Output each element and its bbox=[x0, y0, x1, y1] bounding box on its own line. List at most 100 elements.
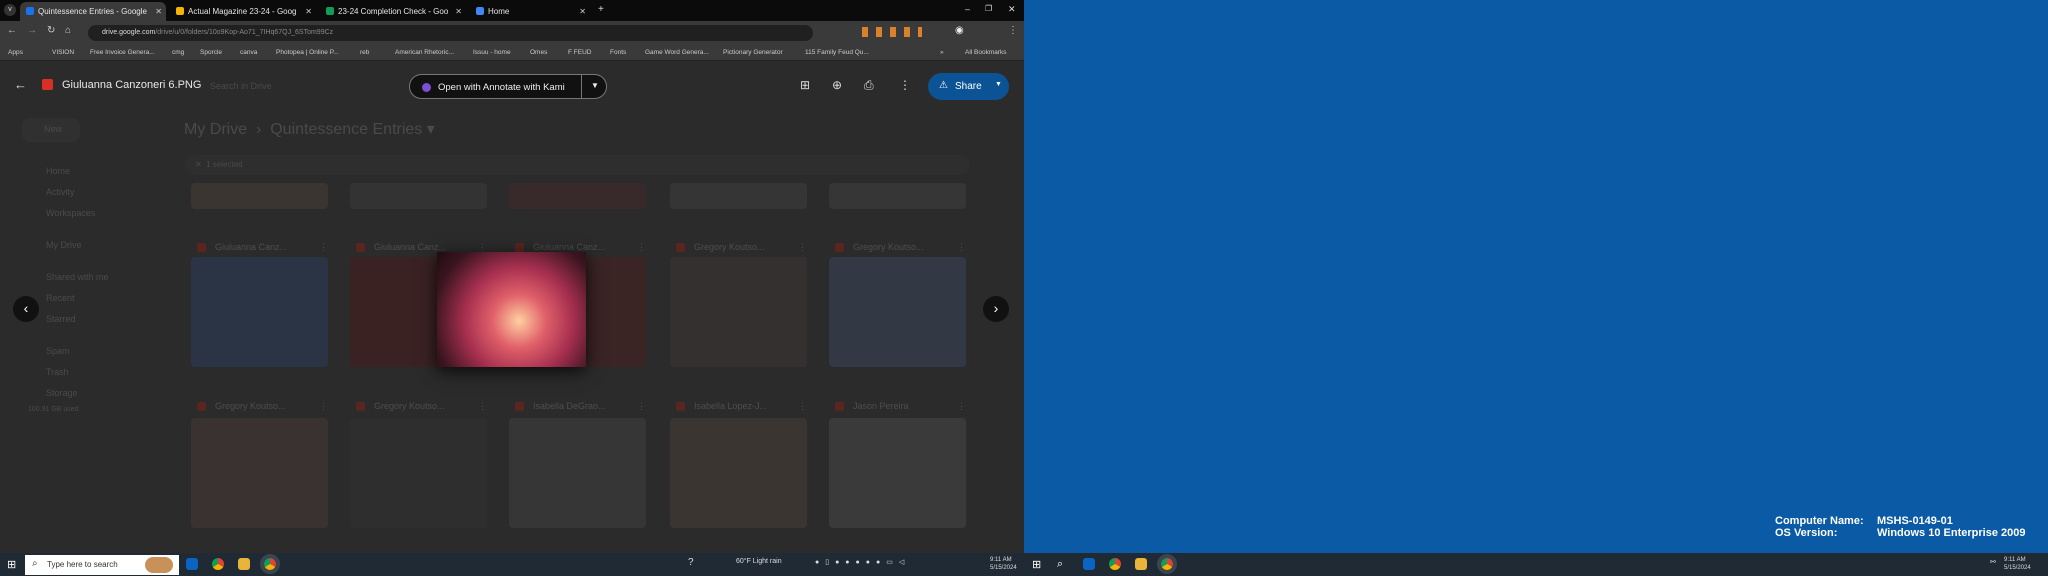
file-thumbnail[interactable] bbox=[670, 418, 807, 528]
file-thumbnail[interactable] bbox=[670, 257, 807, 367]
weather-widget[interactable]: 60°F Light rain bbox=[736, 558, 782, 565]
file-more-icon[interactable]: ⋮ bbox=[798, 401, 807, 412]
file-thumbnail[interactable] bbox=[350, 183, 487, 209]
sidebar-item-spam[interactable]: Spam bbox=[46, 346, 70, 356]
bookmark[interactable]: Sporcle bbox=[200, 49, 222, 56]
file-more-icon[interactable]: ⋮ bbox=[957, 242, 966, 253]
bookmark[interactable]: American Rhetoric... bbox=[395, 49, 454, 56]
outlook-icon[interactable] bbox=[1083, 558, 1095, 570]
reload-button[interactable]: ↻ bbox=[47, 25, 55, 36]
bookmark[interactable]: VISION bbox=[52, 49, 74, 56]
file-explorer-icon[interactable] bbox=[1135, 558, 1147, 570]
previous-button[interactable]: ‹ bbox=[13, 296, 39, 322]
open-with-button[interactable]: Open with Annotate with Kami ▼ bbox=[409, 74, 607, 99]
new-button[interactable]: New bbox=[22, 118, 80, 142]
close-tab-icon[interactable]: ✕ bbox=[305, 7, 312, 16]
sidebar-item-shared[interactable]: Shared with me bbox=[46, 272, 109, 282]
bookmark-apps[interactable]: Apps bbox=[8, 49, 23, 56]
file-name[interactable]: Gregory Koutso... bbox=[853, 242, 924, 252]
file-name[interactable]: Jason Pereira bbox=[853, 401, 909, 411]
minimize-button[interactable]: – bbox=[965, 4, 970, 14]
bookmark[interactable]: Pictionary Generator bbox=[723, 49, 783, 56]
bookmark[interactable]: F FEUD bbox=[568, 49, 591, 56]
print-icon[interactable]: ⎙ bbox=[864, 78, 874, 93]
network-icon[interactable]: ⚯ bbox=[1990, 558, 1996, 566]
sidebar-item-home[interactable]: Home bbox=[46, 166, 70, 176]
file-thumbnail[interactable] bbox=[509, 418, 646, 528]
breadcrumb-current-folder[interactable]: Quintessence Entries bbox=[270, 121, 422, 138]
sidebar-item-activity[interactable]: Activity bbox=[46, 187, 75, 197]
file-name[interactable]: Gregory Koutso... bbox=[694, 242, 765, 252]
sidebar-item-my-drive[interactable]: My Drive bbox=[46, 240, 82, 250]
tab-quintessence[interactable]: Quintessence Entries - Google ✕ bbox=[20, 2, 166, 21]
new-tab-button[interactable]: + bbox=[598, 4, 604, 15]
file-more-icon[interactable]: ⋮ bbox=[637, 401, 646, 412]
file-thumbnail[interactable] bbox=[191, 418, 328, 528]
close-tab-icon[interactable]: ✕ bbox=[455, 7, 462, 16]
restore-button[interactable]: ❐ bbox=[985, 4, 992, 13]
tab-home[interactable]: Home ✕ bbox=[470, 2, 590, 21]
search-icon[interactable]: ⌕ bbox=[1057, 558, 1063, 571]
back-arrow-icon[interactable]: ← bbox=[14, 77, 27, 92]
open-with-dropdown-icon[interactable]: ▼ bbox=[591, 81, 599, 90]
bookmark[interactable]: Game Word Genera... bbox=[645, 49, 709, 56]
file-name[interactable]: Gregory Koutso... bbox=[374, 401, 445, 411]
file-name[interactable]: Giuluanna Canz... bbox=[215, 242, 287, 252]
file-thumbnail[interactable] bbox=[829, 418, 966, 528]
file-name[interactable]: Gregory Koutso... bbox=[215, 401, 286, 411]
clock[interactable]: 9:11 AM 5/15/2024 bbox=[2004, 556, 2031, 572]
file-more-icon[interactable]: ⋮ bbox=[319, 401, 328, 412]
chrome-active-icon[interactable] bbox=[1157, 554, 1177, 574]
bookmark[interactable]: reb bbox=[360, 49, 369, 56]
add-comment-icon[interactable]: ⊕ bbox=[832, 78, 842, 92]
sidebar-item-storage[interactable]: Storage bbox=[46, 388, 78, 398]
add-to-drive-icon[interactable]: ⊞ bbox=[800, 78, 810, 92]
chrome-icon[interactable] bbox=[1109, 558, 1121, 570]
share-button[interactable]: ⚠ Share ▼ bbox=[928, 73, 1009, 100]
chrome-menu-icon[interactable]: ⋮ bbox=[1008, 25, 1018, 36]
sidebar-item-trash[interactable]: Trash bbox=[46, 367, 69, 377]
file-more-icon[interactable]: ⋮ bbox=[319, 242, 328, 253]
bookmark[interactable]: Fonts bbox=[610, 49, 626, 56]
outlook-icon[interactable] bbox=[186, 558, 198, 570]
system-tray-icons[interactable]: ●▯●●●●●▭◁ bbox=[815, 558, 910, 566]
bookmark[interactable]: 115 Family Feud Qu... bbox=[805, 49, 869, 56]
url-input[interactable]: drive.google.com/drive/u/0/folders/10o9K… bbox=[88, 25, 813, 41]
file-thumbnail[interactable] bbox=[509, 183, 646, 209]
bookmark[interactable]: canva bbox=[240, 49, 257, 56]
windows-start-icon[interactable]: ⊞ bbox=[7, 558, 16, 571]
file-thumbnail[interactable] bbox=[829, 183, 966, 209]
help-icon[interactable]: ? bbox=[688, 557, 694, 568]
file-more-icon[interactable]: ⋮ bbox=[637, 242, 646, 253]
tab-search-button[interactable]: v bbox=[4, 4, 16, 16]
file-more-icon[interactable]: ⋮ bbox=[798, 242, 807, 253]
breadcrumb-my-drive[interactable]: My Drive bbox=[184, 121, 247, 138]
all-bookmarks[interactable]: All Bookmarks bbox=[965, 49, 1007, 56]
bookmark[interactable]: Free Invoice Genera... bbox=[90, 49, 155, 56]
sidebar-item-workspaces[interactable]: Workspaces bbox=[46, 208, 95, 218]
clock[interactable]: 9:11 AM 5/15/2024 bbox=[990, 556, 1017, 572]
tab-magazine[interactable]: Actual Magazine 23-24 - Goog ✕ bbox=[170, 2, 316, 21]
windows-start-icon[interactable]: ⊞ bbox=[1032, 558, 1041, 571]
extension-icons[interactable] bbox=[862, 27, 922, 37]
close-tab-icon[interactable]: ✕ bbox=[155, 7, 162, 16]
file-thumbnail[interactable] bbox=[829, 257, 966, 367]
bookmark[interactable]: cmg bbox=[172, 49, 184, 56]
back-button[interactable]: ← bbox=[7, 25, 17, 36]
file-more-icon[interactable]: ⋮ bbox=[957, 401, 966, 412]
tab-completion-check[interactable]: 23-24 Completion Check - Goo ✕ bbox=[320, 2, 466, 21]
file-thumbnail[interactable] bbox=[350, 418, 487, 528]
close-tab-icon[interactable]: ✕ bbox=[579, 7, 586, 16]
next-button[interactable]: › bbox=[983, 296, 1009, 322]
sidebar-item-starred[interactable]: Starred bbox=[46, 314, 76, 324]
file-name[interactable]: Giuluanna Canz... bbox=[374, 242, 446, 252]
share-dropdown-icon[interactable]: ▼ bbox=[995, 81, 1002, 88]
chrome-active-icon[interactable] bbox=[260, 554, 280, 574]
home-button[interactable]: ⌂ bbox=[65, 25, 71, 36]
bookmark[interactable]: Issuu - home bbox=[473, 49, 511, 56]
search-input[interactable]: Search in Drive bbox=[210, 81, 272, 91]
profile-icon[interactable]: ◉ bbox=[955, 25, 964, 36]
file-thumbnail[interactable] bbox=[670, 183, 807, 209]
close-window-button[interactable]: ✕ bbox=[1008, 4, 1016, 15]
taskbar-search[interactable]: ⌕ Type here to search bbox=[25, 555, 179, 575]
